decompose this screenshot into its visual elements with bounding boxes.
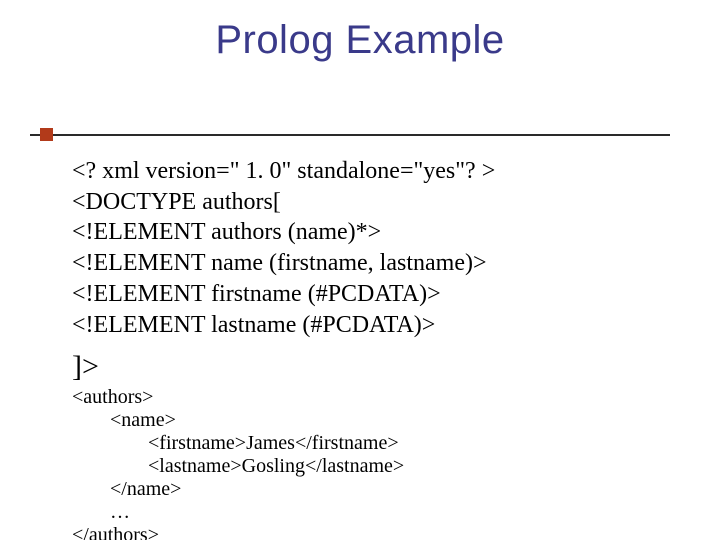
xml-line: <authors> bbox=[72, 386, 404, 409]
dtd-line: <!ELEMENT name (firstname, lastname)> bbox=[72, 248, 495, 279]
dtd-line: <!ELEMENT firstname (#PCDATA)> bbox=[72, 279, 495, 310]
dtd-block: <? xml version=" 1. 0" standalone="yes"?… bbox=[72, 156, 495, 340]
xml-line: … bbox=[72, 501, 404, 524]
dtd-close: ]> bbox=[72, 350, 99, 383]
dtd-line: <? xml version=" 1. 0" standalone="yes"?… bbox=[72, 156, 495, 187]
slide: Prolog Example <? xml version=" 1. 0" st… bbox=[0, 0, 720, 540]
dtd-line: <!ELEMENT lastname (#PCDATA)> bbox=[72, 310, 495, 341]
xml-line: </authors> bbox=[72, 524, 404, 540]
xml-block: <authors> <name> <firstname>James</first… bbox=[72, 386, 404, 540]
xml-line: <lastname>Gosling</lastname> bbox=[72, 455, 404, 478]
page-title: Prolog Example bbox=[0, 18, 720, 63]
bullet-marker bbox=[40, 128, 53, 141]
dtd-line: <!ELEMENT authors (name)*> bbox=[72, 217, 495, 248]
xml-line: </name> bbox=[72, 478, 404, 501]
xml-line: <name> bbox=[72, 409, 404, 432]
dtd-line: <DOCTYPE authors[ bbox=[72, 187, 495, 218]
xml-line: <firstname>James</firstname> bbox=[72, 432, 404, 455]
divider bbox=[30, 134, 670, 136]
